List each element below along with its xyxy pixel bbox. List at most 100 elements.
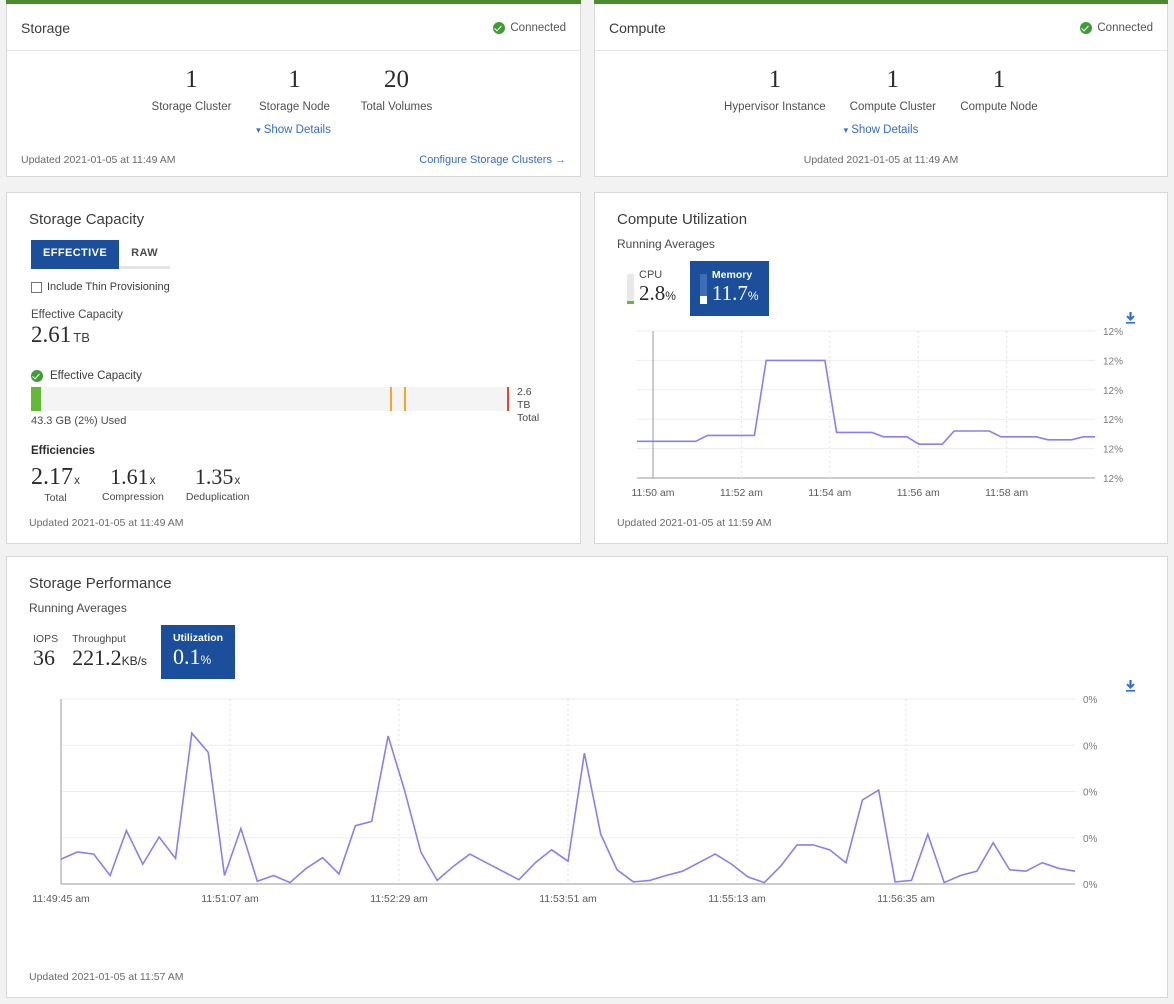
chip-unit: % — [200, 653, 211, 667]
y-axis-tick: 0% — [1083, 741, 1098, 752]
metric-label: Hypervisor Instance — [724, 101, 826, 113]
chip-memory[interactable]: Memory 11.7% — [690, 261, 769, 316]
storage-performance-chart[interactable]: 0% 0% 0% 0% 0% 11:49:45 am 11:51:07 am 11:52:29… — [33, 691, 1133, 916]
efficiency-suffix: x — [150, 473, 156, 487]
x-axis-tick: 11:56 am — [897, 487, 940, 499]
efficiency-label: Total — [31, 492, 80, 504]
chevron-down-icon: ▾ — [844, 125, 849, 136]
configure-storage-clusters-link[interactable]: Configure Storage Clusters → — [419, 154, 566, 166]
capacity-bar: 2.6 TB Total — [31, 387, 509, 411]
capacity-tabs: EFFECTIVE RAW — [31, 240, 141, 269]
storage-metrics: 1 Storage Cluster 1 Storage Node 20 Tota… — [7, 67, 580, 113]
storage-performance-subtitle: Running Averages — [7, 592, 1167, 615]
capacity-bar-legend: Effective Capacity — [31, 370, 580, 382]
storage-performance-chips: IOPS 36 Throughput 221.2KB/s Utilization… — [33, 625, 1167, 679]
metric-compute-node: 1 Compute Node — [948, 67, 1050, 113]
y-axis-tick: 0% — [1083, 788, 1098, 799]
storage-capacity-updated: Updated 2021-01-05 at 11:49 AM — [29, 517, 184, 529]
metric-value: 20 — [357, 67, 435, 93]
compute-utilization-subtitle: Running Averages — [595, 228, 1167, 251]
chip-value: 221.2 — [72, 645, 122, 670]
compute-utilization-chart[interactable]: 12%12%12%12%12%12%11:50 am11:52 am11:54 … — [617, 321, 1147, 506]
metric-value: 1 — [960, 67, 1038, 93]
efficiency-total: 2.17x Total — [31, 464, 80, 504]
efficiencies-title: Efficiencies — [31, 445, 580, 457]
efficiency-label: Deduplication — [186, 491, 250, 503]
include-thin-provisioning-row: Include Thin Provisioning — [31, 281, 580, 293]
tab-effective[interactable]: EFFECTIVE — [31, 240, 119, 269]
capacity-total-label: Total — [517, 412, 539, 425]
x-axis-tick: 11:52:29 am — [370, 893, 428, 905]
storage-status-badge: Connected — [493, 22, 566, 34]
efficiency-label: Compression — [102, 491, 164, 503]
compute-card-header: Compute Connected — [595, 5, 1167, 51]
y-axis-tick: 12% — [1103, 356, 1123, 367]
efficiency-suffix: x — [234, 473, 240, 487]
storage-show-details-label: Show Details — [264, 124, 331, 136]
metric-label: Compute Cluster — [850, 101, 936, 113]
effective-capacity-value-row: 2.61TB — [31, 322, 580, 348]
series-line — [637, 360, 1095, 444]
metric-label: Storage Cluster — [152, 101, 232, 113]
metric-value: 1 — [152, 67, 232, 93]
chip-unit: % — [748, 289, 759, 303]
storage-capacity-title: Storage Capacity — [7, 193, 580, 228]
compute-status-card: Compute Connected 1 Hypervisor Instance … — [594, 0, 1168, 177]
storage-card-title: Storage — [21, 20, 70, 36]
metric-label: Total Volumes — [357, 101, 435, 113]
storage-status-card: Storage Connected 1 Storage Cluster 1 St… — [6, 0, 581, 177]
efficiency-compression: 1.61x Compression — [102, 464, 164, 503]
capacity-bar-marker-warning-2 — [404, 387, 406, 411]
capacity-bar-marker-critical — [507, 387, 509, 411]
metric-storage-cluster: 1 Storage Cluster — [140, 67, 244, 113]
x-axis-tick: 11:52 am — [720, 487, 763, 499]
metric-value: 1 — [255, 67, 333, 93]
y-axis-tick: 0% — [1083, 834, 1098, 845]
efficiency-deduplication: 1.35x Deduplication — [186, 464, 250, 503]
effective-capacity-unit: TB — [73, 330, 90, 345]
chip-value: 0.1 — [173, 644, 201, 669]
x-axis-tick: 11:55:13 am — [708, 893, 766, 905]
metric-storage-node: 1 Storage Node — [243, 67, 345, 113]
y-axis-tick: 0% — [1083, 695, 1098, 706]
metric-label: Compute Node — [960, 101, 1038, 113]
compute-show-details-link[interactable]: ▾Show Details — [595, 124, 1167, 136]
tab-raw[interactable]: RAW — [119, 240, 170, 269]
cpu-spark-icon — [627, 274, 634, 304]
efficiency-value: 1.61 — [110, 464, 149, 489]
chip-unit: % — [665, 289, 676, 303]
x-axis-tick: 11:56:35 am — [877, 893, 935, 905]
compute-card-title: Compute — [609, 20, 666, 36]
chip-cpu[interactable]: CPU 2.8% — [617, 261, 686, 316]
y-axis-tick: 12% — [1103, 386, 1123, 397]
metric-hypervisor-instance: 1 Hypervisor Instance — [712, 67, 838, 113]
chip-value: 36 — [33, 645, 55, 670]
storage-show-details-link[interactable]: ▾Show Details — [7, 124, 580, 136]
include-thin-provisioning-checkbox[interactable] — [31, 282, 42, 293]
chip-throughput[interactable]: Throughput 221.2KB/s — [72, 627, 147, 679]
y-axis-tick: 12% — [1103, 415, 1123, 426]
x-axis-tick: 11:49:45 am — [33, 893, 90, 905]
metric-value: 1 — [724, 67, 826, 93]
dashboard-root: Storage Connected 1 Storage Cluster 1 St… — [0, 0, 1174, 1004]
x-axis-tick: 11:58 am — [985, 487, 1028, 499]
storage-performance-panel: Storage Performance Running Averages IOP… — [6, 556, 1168, 998]
capacity-bar-legend-label: Effective Capacity — [50, 370, 142, 382]
y-axis-tick: 0% — [1083, 880, 1098, 891]
capacity-bar-fill — [31, 387, 41, 411]
compute-status-label: Connected — [1097, 22, 1153, 34]
capacity-used-text: 43.3 GB (2%) Used — [31, 415, 580, 427]
y-axis-tick: 12% — [1103, 327, 1123, 338]
chip-unit: KB/s — [122, 654, 147, 668]
chip-iops[interactable]: IOPS 36 — [33, 627, 58, 679]
storage-capacity-panel: Storage Capacity EFFECTIVE RAW Include T… — [6, 192, 581, 544]
chip-utilization[interactable]: Utilization 0.1% — [161, 625, 235, 679]
efficiency-value: 1.35 — [195, 464, 234, 489]
storage-performance-title: Storage Performance — [7, 557, 1167, 592]
check-circle-icon — [1080, 22, 1092, 34]
x-axis-tick: 11:53:51 am — [539, 893, 597, 905]
compute-card-footer: Updated 2021-01-05 at 11:49 AM — [595, 154, 1167, 166]
capacity-bar-total: 2.6 TB Total — [517, 386, 539, 425]
metric-compute-cluster: 1 Compute Cluster — [838, 67, 948, 113]
x-axis-tick: 11:51:07 am — [201, 893, 259, 905]
